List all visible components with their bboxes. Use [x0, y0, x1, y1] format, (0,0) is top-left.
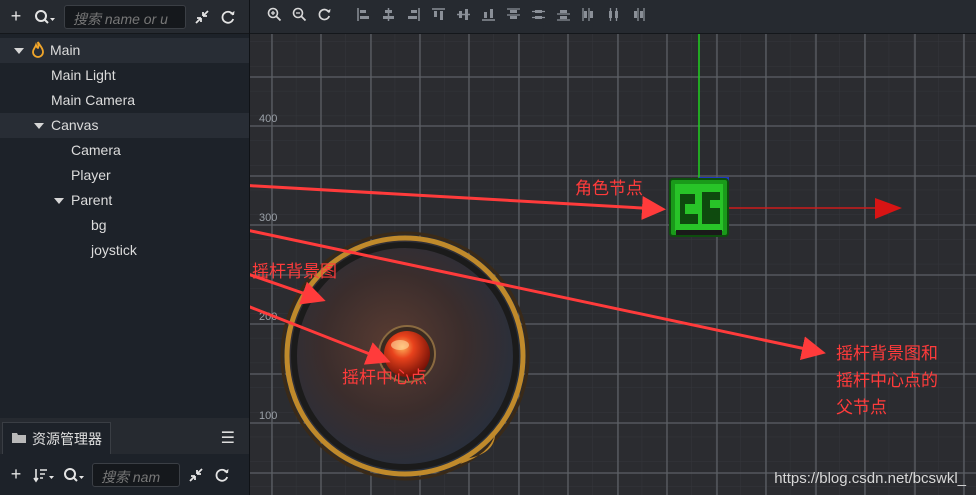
zoom-out-icon[interactable]: [291, 7, 308, 26]
tree-node-main-light[interactable]: Main Light: [0, 63, 249, 88]
annotation-joystick: 摇杆中心点: [342, 368, 427, 387]
sort-icon[interactable]: [32, 464, 56, 486]
grid-label-400: 400: [259, 113, 277, 125]
annotation-parent-line2: 摇杆中心点的: [836, 371, 938, 390]
chevron-down-icon[interactable]: [14, 48, 24, 54]
align-right-icon[interactable]: [405, 7, 422, 26]
zoom-in-icon[interactable]: [266, 7, 283, 26]
tree-node-label: joystick: [91, 242, 137, 258]
distribute-hcenter-icon[interactable]: [605, 7, 622, 26]
scene-toolbar: [250, 0, 976, 34]
tree-node-label: Main Light: [51, 67, 116, 83]
annotation-parent-line3: 父节点: [836, 398, 887, 417]
distribute-bottom-icon[interactable]: [555, 7, 572, 26]
tree-node-bg[interactable]: bg: [0, 213, 249, 238]
tree-node-joystick[interactable]: joystick: [0, 238, 249, 263]
assets-tabbar: 资源管理器 ☰: [0, 418, 249, 454]
tree-node-main-camera[interactable]: Main Camera: [0, 88, 249, 113]
refresh-icon[interactable]: [218, 6, 238, 28]
align-bottom-icon[interactable]: [480, 7, 497, 26]
search-icon[interactable]: [32, 6, 58, 28]
scene-flame-icon: [32, 38, 44, 63]
distribute-left-icon[interactable]: [580, 7, 597, 26]
tree-node-label: Camera: [71, 142, 121, 158]
distribute-right-icon[interactable]: [630, 7, 647, 26]
grid-label-100: 100: [259, 410, 277, 422]
tab-assets[interactable]: 资源管理器: [2, 422, 111, 454]
align-top-icon[interactable]: [430, 7, 447, 26]
align-vcenter-icon[interactable]: [455, 7, 472, 26]
hierarchy-toolbar: + 搜索 name or u: [0, 0, 249, 34]
search-icon[interactable]: [62, 464, 86, 486]
plus-icon[interactable]: +: [6, 6, 26, 28]
annotation-player: 角色节点: [575, 179, 643, 198]
assets-toolbar: + 搜索 nam: [0, 454, 249, 495]
tree-node-label: Main: [50, 42, 81, 58]
tree-node-label: Main Camera: [51, 92, 136, 108]
player-sprite[interactable]: [669, 178, 729, 237]
chevron-down-icon[interactable]: [34, 123, 44, 129]
annotation-parent-line1: 摇杆背景图和: [836, 344, 938, 363]
distribute-top-icon[interactable]: [505, 7, 522, 26]
chevron-down-icon[interactable]: [54, 198, 64, 204]
annotation-bg: 摇杆背景图: [252, 262, 337, 281]
refresh-icon[interactable]: [212, 464, 232, 486]
distribute-vcenter-icon[interactable]: [530, 7, 547, 26]
tree-node-label: bg: [91, 217, 107, 233]
reset-view-icon[interactable]: [316, 7, 333, 26]
collapse-icon[interactable]: [186, 464, 206, 486]
scene-view[interactable]: 400 300 200 100 角色节点 摇杆背景图 摇杆中心点 摇杆背景图和 …: [250, 34, 976, 495]
hierarchy-tree: Main Main Light Main Camera Canvas Camer…: [0, 34, 249, 263]
watermark: https://blog.csdn.net/bcswkl_: [774, 470, 966, 487]
hierarchy-search-input[interactable]: 搜索 name or u: [64, 4, 186, 29]
tree-node-parent[interactable]: Parent: [0, 188, 249, 213]
scene-canvas[interactable]: 400 300 200 100: [250, 34, 976, 495]
tab-assets-label: 资源管理器: [32, 430, 102, 447]
align-left-icon[interactable]: [355, 7, 372, 26]
align-hcenter-icon[interactable]: [380, 7, 397, 26]
folder-icon: [11, 431, 27, 447]
plus-icon[interactable]: +: [6, 464, 26, 486]
tree-node-player[interactable]: Player: [0, 163, 249, 188]
assets-search-input[interactable]: 搜索 nam: [92, 462, 180, 487]
menu-icon[interactable]: ☰: [221, 428, 235, 448]
tree-node-label: Canvas: [51, 117, 99, 133]
tree-node-camera[interactable]: Camera: [0, 138, 249, 163]
tree-node-label: Parent: [71, 192, 113, 208]
assets-panel: 资源管理器 ☰ + 搜索 nam: [0, 418, 250, 495]
tree-node-canvas[interactable]: Canvas: [0, 113, 249, 138]
tree-node-label: Player: [71, 167, 111, 183]
editor-window: + 搜索 name or u Main Main Light Main Came…: [0, 0, 976, 495]
hierarchy-panel: + 搜索 name or u Main Main Light Main Came…: [0, 0, 250, 418]
collapse-icon[interactable]: [192, 6, 212, 28]
tree-node-main[interactable]: Main: [0, 38, 249, 63]
grid-label-300: 300: [259, 212, 277, 224]
